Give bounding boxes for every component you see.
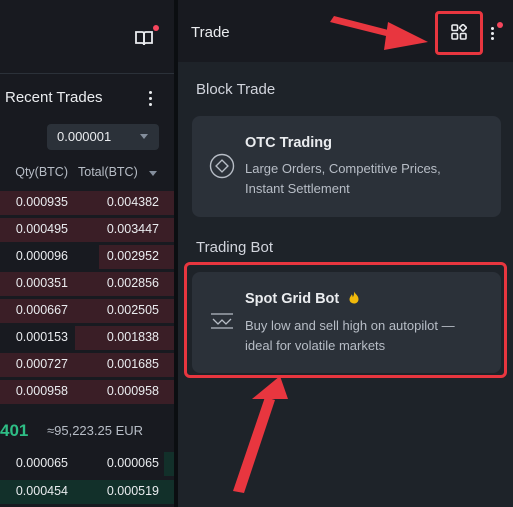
grid-apps-button[interactable]	[435, 11, 483, 55]
block-trade-heading: Block Trade	[196, 81, 276, 98]
order-total: 0.004382	[106, 195, 159, 209]
depth-bar	[163, 452, 174, 476]
buy-order-row[interactable]: 0.000454 0.000519	[0, 480, 174, 504]
flame-icon	[349, 291, 359, 304]
order-qty: 0.000065	[15, 456, 68, 470]
order-total: 0.000065	[106, 456, 159, 470]
order-qty: 0.000153	[15, 330, 68, 344]
otc-trading-desc-line1: Large Orders, Competitive Prices,	[245, 161, 441, 176]
mid-price-fiat: ≈95,223.25 EUR	[47, 423, 144, 438]
grid-bot-icon	[211, 313, 233, 329]
buy-order-row[interactable]: 0.000065 0.000065	[0, 452, 174, 476]
precision-select[interactable]: 0.000001	[47, 124, 159, 150]
order-total: 0.000958	[106, 384, 159, 398]
order-total: 0.002952	[106, 249, 159, 263]
order-total: 0.000519	[106, 484, 159, 498]
order-qty: 0.000935	[15, 195, 68, 209]
spot-grid-bot-title-text: Spot Grid Bot	[245, 291, 340, 307]
diamond-icon	[209, 153, 235, 179]
spot-grid-bot-card[interactable]: Spot Grid Bot Buy low and sell high on a…	[192, 272, 501, 373]
total-column-header[interactable]: Total(BTC)	[78, 165, 138, 179]
qty-column-header: Qty(BTC)	[15, 165, 68, 179]
order-qty: 0.000667	[15, 303, 68, 317]
grid-apps-icon	[451, 24, 467, 40]
sell-order-row[interactable]: 0.000096 0.002952	[0, 245, 174, 269]
caret-down-icon[interactable]	[149, 171, 157, 176]
more-vertical-icon[interactable]	[145, 88, 157, 108]
trade-panel: Trade Block Trade OTC Trading Large Orde…	[178, 0, 513, 507]
book-icon[interactable]	[134, 28, 154, 48]
order-qty: 0.000958	[15, 384, 68, 398]
notification-dot	[497, 22, 503, 28]
otc-trading-card[interactable]: OTC Trading Large Orders, Competitive Pr…	[192, 116, 501, 217]
order-total: 0.003447	[106, 222, 159, 236]
order-total: 0.002505	[106, 303, 159, 317]
left-panel-header	[0, 0, 174, 74]
order-qty: 0.000096	[15, 249, 68, 263]
sell-order-row[interactable]: 0.000495 0.003447	[0, 218, 174, 242]
order-total: 0.001685	[106, 357, 159, 371]
spot-grid-bot-desc-line1: Buy low and sell high on autopilot —	[245, 318, 455, 333]
precision-value: 0.000001	[57, 129, 112, 144]
recent-trades-title: Recent Trades	[5, 89, 103, 106]
trade-panel-header: Trade	[178, 0, 513, 62]
trade-panel-title: Trade	[191, 24, 230, 41]
notification-dot	[153, 25, 159, 31]
spot-grid-bot-title: Spot Grid Bot	[245, 291, 359, 307]
order-qty: 0.000495	[15, 222, 68, 236]
otc-trading-title: OTC Trading	[245, 135, 332, 151]
order-qty: 0.000351	[15, 276, 68, 290]
sell-order-row[interactable]: 0.000958 0.000958	[0, 380, 174, 404]
order-book-panel: Recent Trades 0.000001 Qty(BTC) Total(BT…	[0, 0, 174, 507]
sell-order-row[interactable]: 0.000351 0.002856	[0, 272, 174, 296]
order-total: 0.002856	[106, 276, 159, 290]
order-total: 0.001838	[106, 330, 159, 344]
spot-grid-bot-desc-line2: ideal for volatile markets	[245, 338, 386, 353]
mid-price: 401	[0, 421, 29, 440]
otc-trading-desc-line2: Instant Settlement	[245, 181, 350, 196]
order-qty: 0.000727	[15, 357, 68, 371]
sell-order-row[interactable]: 0.000727 0.001685	[0, 353, 174, 377]
sell-order-row[interactable]: 0.000935 0.004382	[0, 191, 174, 215]
trading-bot-heading: Trading Bot	[196, 239, 273, 256]
sell-order-row[interactable]: 0.000667 0.002505	[0, 299, 174, 323]
sell-order-row[interactable]: 0.000153 0.001838	[0, 326, 174, 350]
caret-down-icon	[140, 134, 148, 139]
order-book-column-headers: Qty(BTC) Total(BTC)	[0, 165, 174, 183]
order-qty: 0.000454	[15, 484, 68, 498]
